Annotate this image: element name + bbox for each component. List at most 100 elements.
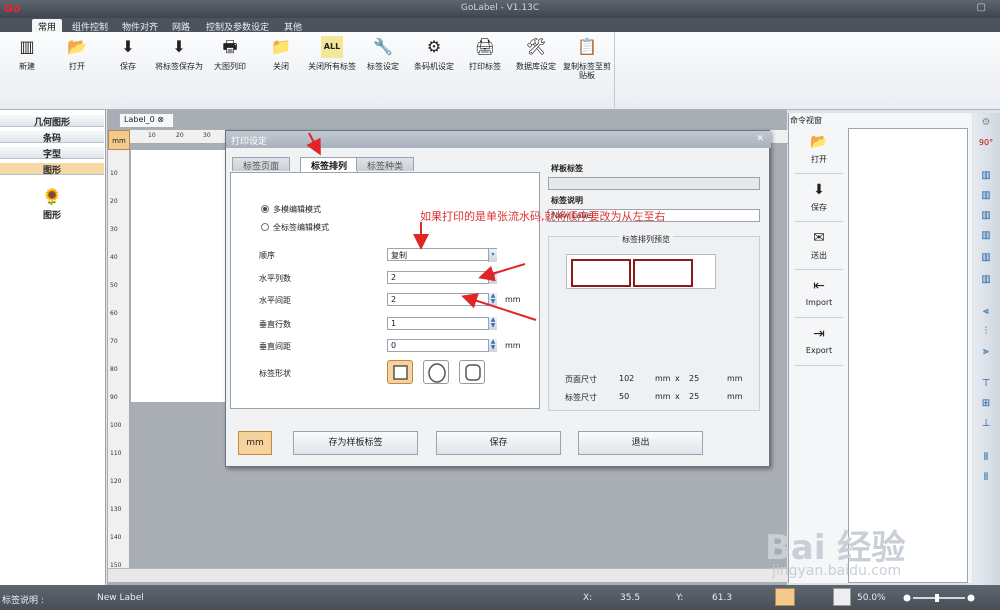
panel-item-image[interactable]: 图形 [0, 163, 104, 176]
settings-gear-icon[interactable]: ⚙ [978, 117, 994, 131]
horizontal-scrollbar[interactable] [108, 568, 788, 582]
ribbon-group: ▥ 新建 📂 打开 ⬇ 保存 ⬇ 将标签保存为 🖶 大图列印 📁 关闭 ALL 关闭所有标签 … [0, 32, 615, 108]
tab-component-control[interactable]: 组件控制 [66, 19, 114, 33]
save-as-button[interactable]: ⬇ 将标签保存为 [154, 36, 204, 100]
save-template-button[interactable]: 存为样板标签 [293, 431, 418, 455]
panel-item-geometry[interactable]: 几何图形 [0, 115, 104, 128]
template-select[interactable] [548, 177, 760, 190]
label-unit-1: mm [655, 392, 671, 401]
printer-settings-icon: ⚙ [426, 37, 442, 56]
distribute-vertical-icon[interactable]: ⫴ [978, 472, 994, 486]
ruler-tick: 130 [110, 506, 122, 513]
distribute-horizontal-icon[interactable]: ⫴ [978, 452, 994, 466]
sunflower-image-icon[interactable]: 🌻 [40, 187, 64, 207]
database-button[interactable]: 🛠 数据库设定 [511, 36, 561, 100]
print-label-button[interactable]: 🖨 打印标签 [460, 36, 510, 100]
page-view-icon[interactable] [833, 588, 851, 606]
command-text-area[interactable] [848, 128, 968, 583]
close-button[interactable]: 📁 关闭 [256, 36, 306, 100]
close-all-icon: ALL [321, 36, 343, 58]
label-unit-2: mm [727, 392, 743, 401]
hcols-stepper[interactable]: ▲ ▼ [488, 271, 497, 284]
vrows-input[interactable]: 1 [387, 317, 497, 330]
unit-corner[interactable]: mm [108, 130, 130, 150]
ellipse-shape-button[interactable] [423, 360, 449, 384]
tab-other[interactable]: 其他 [278, 19, 308, 33]
big-print-button[interactable]: 🖶 大图列印 [205, 36, 255, 100]
order-select[interactable]: 复制 [387, 248, 497, 261]
tab-control-settings[interactable]: 控制及参数设定 [200, 19, 275, 33]
close-all-button[interactable]: ALL 关闭所有标签 [307, 36, 357, 100]
dialog-save-button[interactable]: 保存 [436, 431, 561, 455]
align-center-icon[interactable]: ⫶ [978, 326, 994, 340]
open-folder-icon: 📂 [67, 37, 87, 56]
vgap-input[interactable]: 0 [387, 339, 497, 352]
zoom-slider[interactable] [903, 594, 975, 602]
barcode-align-right-icon[interactable]: ▥ [978, 210, 994, 224]
panel-item-barcode[interactable]: 条码 [0, 131, 104, 144]
cmd-open-button[interactable]: 📂 打开 [795, 128, 843, 174]
rotate-90-icon[interactable]: 90° [978, 138, 994, 152]
exit-button[interactable]: 退出 [578, 431, 703, 455]
align-vcenter-icon[interactable]: ⊞ [978, 398, 994, 412]
tab-common[interactable]: 常用 [32, 19, 63, 33]
rounded-shape-button[interactable] [459, 360, 485, 384]
ribbon-toolbar: ▥ 新建 📂 打开 ⬇ 保存 ⬇ 将标签保存为 🖶 大图列印 📁 关闭 ALL 关闭所有标签 … [0, 32, 1000, 110]
full-mode-radio[interactable] [261, 223, 269, 231]
save-button[interactable]: ⬇ 保存 [103, 36, 153, 100]
copy-clipboard-button[interactable]: 📋 复制标签至剪贴板 [562, 36, 612, 100]
dialog-close-icon[interactable]: ✕ [756, 134, 764, 144]
zoom-out-icon[interactable] [903, 594, 911, 602]
tab-object-align[interactable]: 物件对齐 [116, 19, 164, 33]
unit-button[interactable]: mm [238, 431, 272, 455]
zoom-thumb[interactable] [935, 594, 939, 602]
cmd-import-button[interactable]: ⇤ Import [795, 272, 843, 318]
grid-toggle-icon[interactable] [775, 588, 795, 606]
open-button[interactable]: 📂 打开 [52, 36, 102, 100]
vgap-stepper[interactable]: ▲ ▼ [488, 339, 497, 352]
barcode-align-center-icon[interactable]: ▥ [978, 190, 994, 204]
vrows-stepper[interactable]: ▲ ▼ [488, 317, 497, 330]
tab-label-type[interactable]: 标签种类 [356, 157, 415, 172]
barcode-align-middle-icon[interactable]: ▥ [978, 252, 994, 266]
import-icon: ⇤ [813, 278, 825, 294]
hgap-unit: mm [505, 295, 521, 304]
database-icon: 🛠 [525, 37, 547, 56]
cmd-export-button[interactable]: ⇥ Export [795, 320, 843, 366]
command-window-title: 命令视窗 [790, 116, 822, 125]
multi-mode-radio[interactable] [261, 205, 269, 213]
document-tab[interactable]: Label_0 ⊗ [119, 113, 174, 127]
align-left-icon[interactable]: ⫷ [978, 306, 994, 320]
align-bottom-icon[interactable]: ⊥ [978, 418, 994, 432]
ruler-tick: 10 [148, 132, 156, 139]
tab-label-arrangement[interactable]: 标签排列 [300, 157, 359, 172]
barcode-align-bottom-icon[interactable]: ▥ [978, 274, 994, 288]
hgap-input[interactable]: 2 [387, 293, 497, 306]
rectangle-shape-button[interactable] [387, 360, 413, 384]
hgap-stepper[interactable]: ▲ ▼ [488, 293, 497, 306]
status-x-value: 35.5 [620, 593, 641, 603]
hcols-input[interactable]: 2 [387, 271, 497, 284]
ruler-tick: 120 [110, 478, 122, 485]
align-right-icon[interactable]: ⫸ [978, 346, 994, 360]
chevron-down-icon[interactable]: ▾ [488, 249, 497, 262]
new-button[interactable]: ▥ 新建 [2, 36, 52, 100]
window-controls[interactable]: ▢ [977, 2, 996, 13]
label-settings-button[interactable]: 🔧 标签设定 [358, 36, 408, 100]
tab-label-page[interactable]: 标签页面 [232, 157, 291, 172]
status-desc-value: New Label [97, 593, 144, 603]
printer-settings-button[interactable]: ⚙ 条码机设定 [409, 36, 459, 100]
barcode-align-top-icon[interactable]: ▥ [978, 230, 994, 244]
zoom-in-icon[interactable] [967, 594, 975, 602]
cmd-save-button[interactable]: ⬇ 保存 [795, 176, 843, 222]
window-title: GoLabel - V1.13C [460, 3, 540, 13]
label-canvas[interactable] [131, 150, 227, 402]
barcode-align-left-icon[interactable]: ▥ [978, 170, 994, 184]
panel-item-font[interactable]: 字型 [0, 147, 104, 160]
tab-close-icon[interactable]: ⊗ [157, 115, 164, 124]
tab-network[interactable]: 网路 [166, 19, 196, 33]
align-top-icon[interactable]: ⊤ [978, 378, 994, 392]
cmd-send-button[interactable]: ✉ 送出 [795, 224, 843, 270]
label-x: x [675, 392, 680, 401]
status-desc-label: 标签说明 : [2, 596, 44, 606]
